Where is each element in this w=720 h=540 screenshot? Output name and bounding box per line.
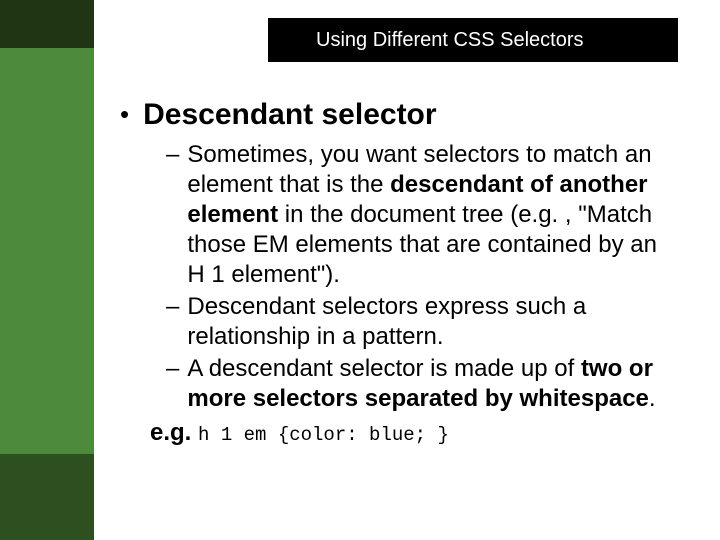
sidebar-bottom-accent — [0, 454, 94, 540]
bullet-heading: Descendant selector — [143, 98, 436, 132]
dash-marker: – — [166, 140, 179, 170]
dash-marker: – — [166, 292, 179, 322]
sub-bullet-list: – Sometimes, you want selectors to match… — [166, 140, 680, 414]
slide-title: Using Different CSS Selectors — [316, 29, 584, 52]
list-item-text: Descendant selectors express such a rela… — [187, 292, 680, 352]
list-item: – Descendant selectors express such a re… — [166, 292, 680, 352]
sidebar-top-accent — [0, 0, 94, 48]
bullet-marker: • — [120, 98, 129, 130]
list-item-text: A descendant selector is made up of two … — [187, 354, 680, 414]
text-fragment: A descendant selector is made up of — [187, 355, 581, 382]
slide-content: • Descendant selector – Sometimes, you w… — [120, 98, 680, 450]
example-line: e.g. h 1 em {color: blue; } — [150, 418, 680, 450]
list-item: – Sometimes, you want selectors to match… — [166, 140, 680, 290]
header-bar: Using Different CSS Selectors — [268, 18, 678, 62]
example-label: e.g. — [150, 419, 191, 446]
bullet-heading-row: • Descendant selector — [120, 98, 680, 132]
list-item: – A descendant selector is made up of tw… — [166, 354, 680, 414]
slide-sidebar — [0, 0, 94, 540]
list-item-text: Sometimes, you want selectors to match a… — [187, 140, 680, 290]
dash-marker: – — [166, 354, 179, 384]
example-code: h 1 em {color: blue; } — [198, 424, 449, 446]
text-fragment: . — [649, 385, 656, 412]
